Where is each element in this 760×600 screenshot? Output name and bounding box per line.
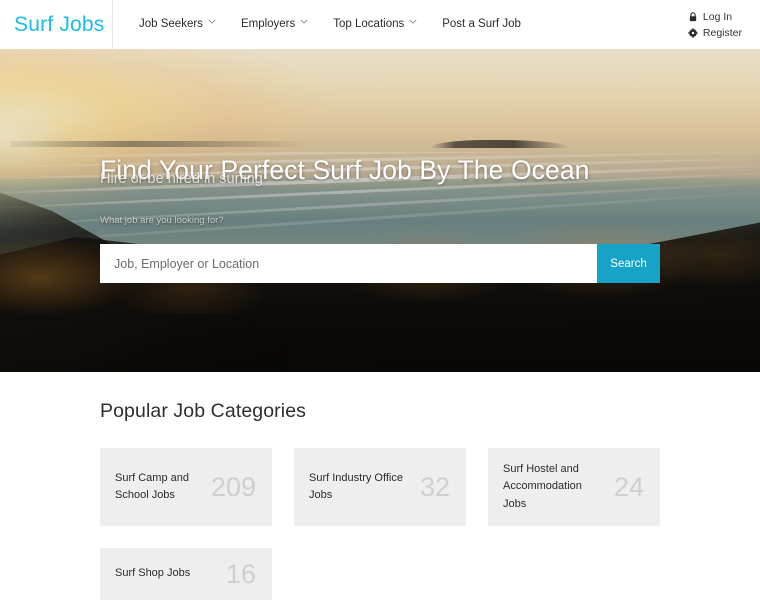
category-card-surf-hostel-and-accommodation-jobs[interactable]: Surf Hostel and Accommodation Jobs 24 — [488, 448, 660, 526]
category-card-surf-shop-jobs[interactable]: Surf Shop Jobs 16 — [100, 548, 272, 600]
category-count: 16 — [225, 558, 256, 589]
gear-icon — [688, 27, 698, 38]
account-links: Log In Register — [688, 11, 748, 39]
header-divider — [112, 0, 113, 49]
category-count: 24 — [613, 471, 644, 502]
popular-job-categories-section: Popular Job Categories Surf Camp and Sch… — [0, 372, 760, 600]
site-logo[interactable]: Surf Jobs — [0, 0, 112, 49]
nav-item-post-a-surf-job[interactable]: Post a Surf Job — [429, 0, 534, 49]
page-root: Surf Jobs Job Seekers Employers Top Loca… — [0, 0, 760, 600]
category-card-grid: Surf Camp and School Jobs 209 Surf Indus… — [100, 448, 660, 600]
category-name: Surf Camp and School Jobs — [115, 471, 189, 501]
nav-item-employers[interactable]: Employers — [228, 0, 320, 49]
search-button[interactable]: Search — [597, 244, 660, 283]
hero-banner: Find Your Perfect Surf Job By The Ocean … — [0, 49, 760, 372]
hero-content: Find Your Perfect Surf Job By The Ocean … — [0, 49, 760, 372]
login-label: Log In — [702, 10, 733, 23]
category-name: Surf Shop Jobs — [115, 567, 191, 580]
nav-label-top-locations: Top Locations — [333, 18, 405, 30]
chevron-down-icon — [300, 19, 308, 26]
hero-subtitle: Hire or be hired in surfing — [100, 171, 263, 187]
category-count: 32 — [419, 471, 450, 502]
register-label: Register — [702, 26, 742, 39]
job-search-form: Search — [100, 244, 660, 283]
site-header: Surf Jobs Job Seekers Employers Top Loca… — [0, 0, 760, 49]
categories-title: Popular Job Categories — [100, 400, 306, 422]
category-name: Surf Industry Office Jobs — [309, 471, 403, 501]
lock-icon — [688, 11, 698, 22]
nav-item-top-locations[interactable]: Top Locations — [320, 0, 429, 49]
main-navigation: Job Seekers Employers Top Locations Post… — [126, 0, 688, 49]
chevron-down-icon — [208, 19, 216, 26]
register-link[interactable]: Register — [688, 27, 742, 39]
category-card-surf-camp-and-school-jobs[interactable]: Surf Camp and School Jobs 209 — [100, 448, 272, 526]
login-link[interactable]: Log In — [688, 11, 742, 23]
category-name: Surf Hostel and Accommodation Jobs — [503, 463, 582, 510]
nav-item-job-seekers[interactable]: Job Seekers — [126, 0, 228, 49]
category-count: 209 — [210, 471, 256, 502]
category-card-surf-industry-office-jobs[interactable]: Surf Industry Office Jobs 32 — [294, 448, 466, 526]
nav-label-employers: Employers — [240, 18, 296, 30]
search-input[interactable] — [100, 244, 597, 283]
nav-label-post-a-surf-job: Post a Surf Job — [442, 18, 521, 30]
chevron-down-icon — [409, 19, 417, 26]
nav-label-job-seekers: Job Seekers — [139, 18, 203, 30]
search-prompt-label: What job are you looking for? — [100, 215, 224, 226]
